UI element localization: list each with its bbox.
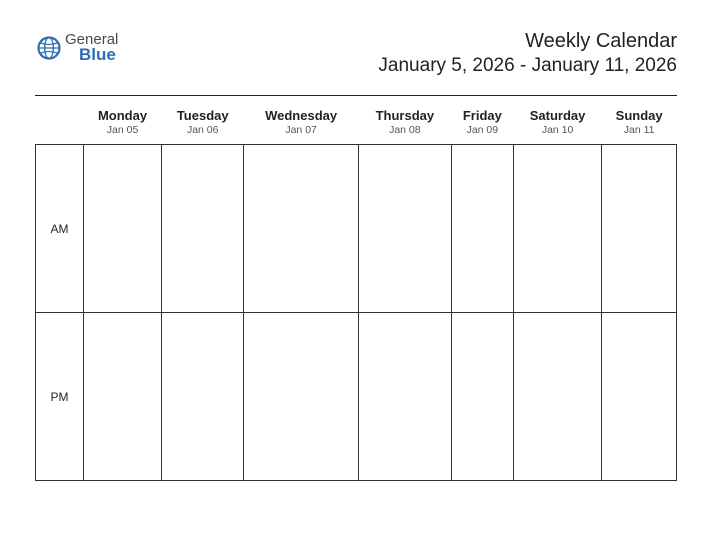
day-name: Sunday xyxy=(602,108,677,123)
day-header-tuesday: Tuesday Jan 06 xyxy=(162,104,244,145)
day-name: Tuesday xyxy=(162,108,244,123)
day-name: Friday xyxy=(451,108,513,123)
am-row: AM xyxy=(36,145,677,313)
title-block: Weekly Calendar January 5, 2026 - Januar… xyxy=(378,30,677,77)
day-name: Monday xyxy=(84,108,162,123)
brand-logo: General Blue xyxy=(35,30,118,63)
day-date: Jan 05 xyxy=(84,124,162,136)
day-header-sunday: Sunday Jan 11 xyxy=(602,104,677,145)
am-label: AM xyxy=(36,145,84,313)
day-name: Thursday xyxy=(358,108,451,123)
day-header-thursday: Thursday Jan 08 xyxy=(358,104,451,145)
header: General Blue Weekly Calendar January 5, … xyxy=(35,30,677,77)
cell-am-sunday xyxy=(602,145,677,313)
cell-am-monday xyxy=(84,145,162,313)
cell-am-thursday xyxy=(358,145,451,313)
logo-text: General Blue xyxy=(65,32,118,63)
cell-pm-thursday xyxy=(358,313,451,481)
header-row: Monday Jan 05 Tuesday Jan 06 Wednesday J… xyxy=(36,104,677,145)
cell-pm-tuesday xyxy=(162,313,244,481)
day-name: Wednesday xyxy=(244,108,358,123)
day-date: Jan 09 xyxy=(451,124,513,136)
cell-pm-sunday xyxy=(602,313,677,481)
day-date: Jan 08 xyxy=(358,124,451,136)
corner-spacer xyxy=(36,104,84,145)
calendar-container: Monday Jan 05 Tuesday Jan 06 Wednesday J… xyxy=(35,95,677,481)
day-header-monday: Monday Jan 05 xyxy=(84,104,162,145)
cell-am-wednesday xyxy=(244,145,358,313)
day-date: Jan 11 xyxy=(602,124,677,136)
cell-am-saturday xyxy=(513,145,601,313)
day-date: Jan 06 xyxy=(162,124,244,136)
pm-row: PM xyxy=(36,313,677,481)
day-header-wednesday: Wednesday Jan 07 xyxy=(244,104,358,145)
day-date: Jan 10 xyxy=(513,124,601,136)
day-header-friday: Friday Jan 09 xyxy=(451,104,513,145)
cell-am-tuesday xyxy=(162,145,244,313)
cell-pm-monday xyxy=(84,313,162,481)
cell-am-friday xyxy=(451,145,513,313)
globe-icon xyxy=(35,34,63,62)
pm-label: PM xyxy=(36,313,84,481)
cell-pm-wednesday xyxy=(244,313,358,481)
logo-line-2: Blue xyxy=(79,46,118,63)
page-title: Weekly Calendar xyxy=(378,30,677,53)
day-name: Saturday xyxy=(513,108,601,123)
cell-pm-friday xyxy=(451,313,513,481)
day-date: Jan 07 xyxy=(244,124,358,136)
date-range: January 5, 2026 - January 11, 2026 xyxy=(378,55,677,77)
day-header-saturday: Saturday Jan 10 xyxy=(513,104,601,145)
weekly-calendar: Monday Jan 05 Tuesday Jan 06 Wednesday J… xyxy=(35,104,677,481)
cell-pm-saturday xyxy=(513,313,601,481)
